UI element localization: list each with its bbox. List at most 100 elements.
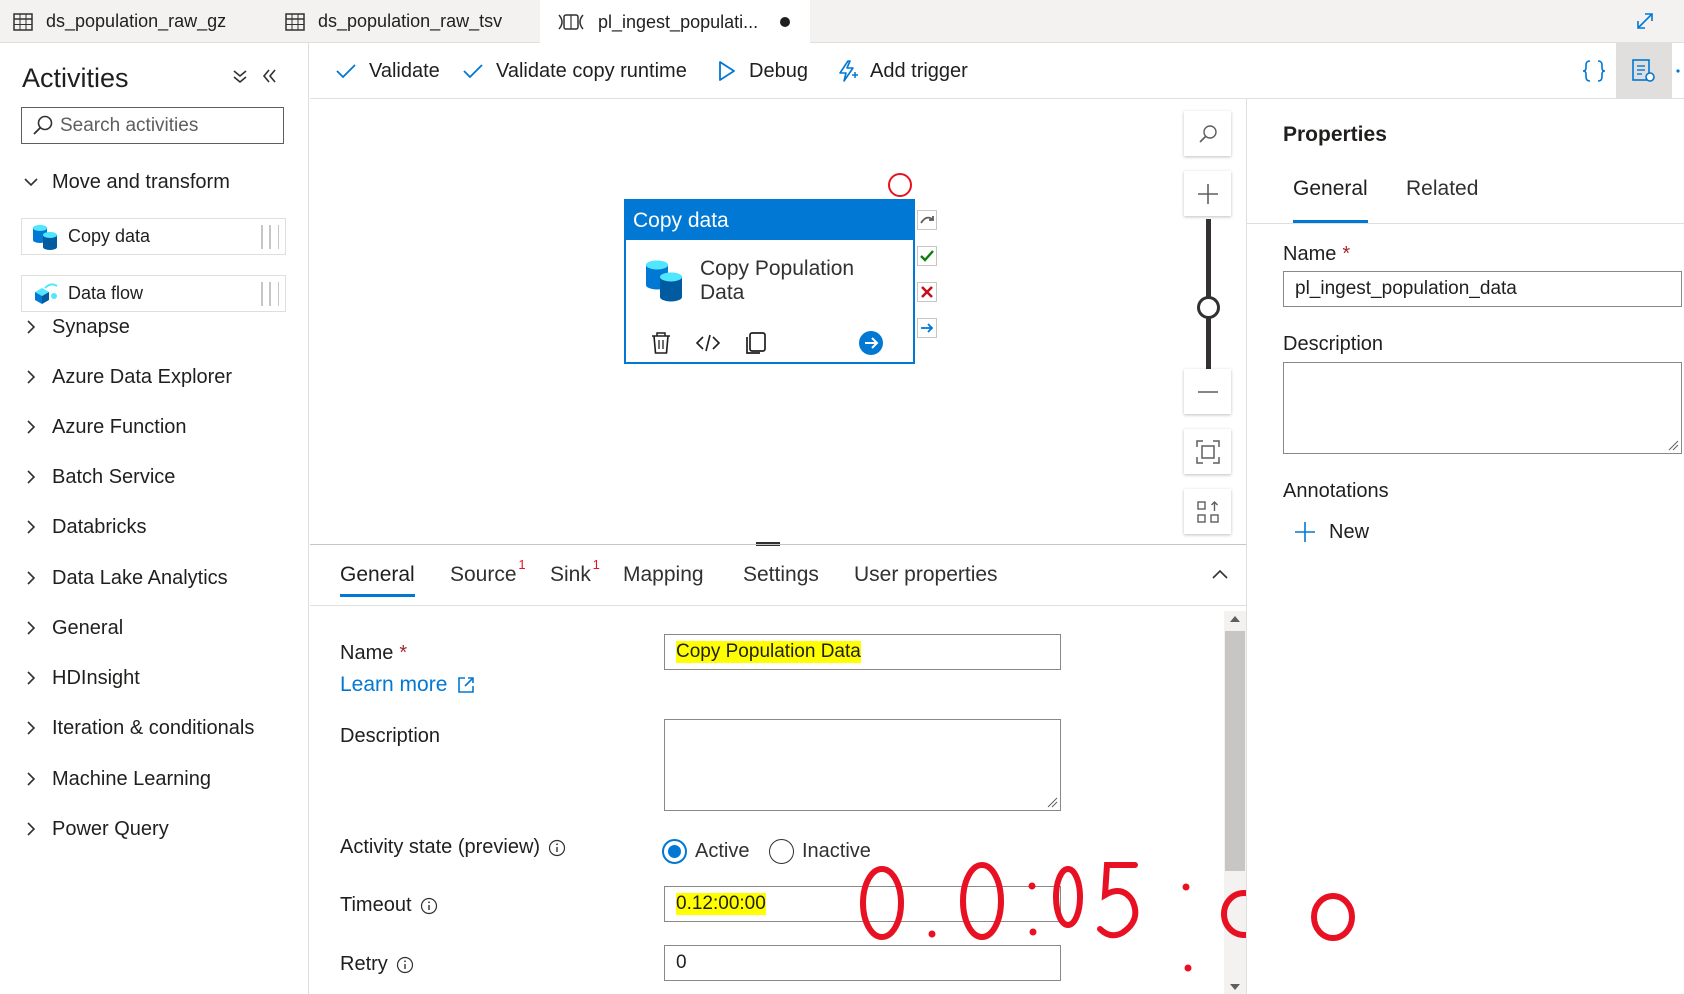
checkmark-icon	[461, 59, 485, 83]
zoom-out-icon[interactable]	[1184, 369, 1231, 414]
validate-label: Validate	[369, 59, 440, 82]
pipeline-name-value: pl_ingest_population_data	[1295, 278, 1517, 299]
chevron-right-icon	[22, 820, 40, 838]
handwritten-annotation-overflow	[1311, 893, 1355, 941]
chevron-right-icon	[22, 619, 40, 637]
tab-label: pl_ingest_populati...	[598, 11, 759, 32]
code-icon[interactable]	[695, 330, 721, 356]
pipeline-description-textarea[interactable]	[1283, 362, 1682, 454]
category-azure-function[interactable]: Azure Function	[22, 412, 187, 442]
plus-icon	[1293, 520, 1317, 544]
properties-pane: Properties General Related Name * pl_inge…	[1246, 99, 1684, 994]
tab-label: General	[1293, 177, 1368, 200]
drag-handle-icon[interactable]	[261, 225, 279, 249]
skip-port-icon[interactable]	[917, 210, 937, 230]
pipeline-description-label: Description	[1283, 333, 1384, 355]
play-icon	[714, 59, 738, 83]
delete-icon[interactable]	[648, 330, 674, 356]
category-general[interactable]: General	[22, 613, 123, 643]
pipeline-canvas[interactable]: Copy data Copy Population Data	[310, 99, 1246, 546]
category-label: HDInsight	[52, 666, 140, 689]
annotations-label: Annotations	[1283, 480, 1389, 502]
debug-label: Debug	[749, 59, 808, 82]
more-icon[interactable]	[1672, 43, 1684, 99]
category-label: Power Query	[52, 817, 169, 840]
tab-pl-ingest-population[interactable]: pl_ingest_populati...	[540, 0, 810, 44]
category-iteration-conditionals[interactable]: Iteration & conditionals	[22, 713, 254, 743]
search-activities-box[interactable]	[21, 107, 284, 144]
required-mark: *	[1342, 243, 1351, 265]
validate-copy-runtime-label: Validate copy runtime	[496, 59, 687, 82]
category-move-and-transform[interactable]: Move and transform	[22, 167, 230, 197]
category-batch-service[interactable]: Batch Service	[22, 462, 175, 492]
category-hdinsight[interactable]: HDInsight	[22, 663, 140, 693]
search-icon	[30, 113, 56, 139]
category-power-query[interactable]: Power Query	[22, 814, 169, 844]
category-label: Azure Function	[52, 415, 187, 438]
activity-copy-data[interactable]: Copy data	[21, 218, 286, 255]
validate-button[interactable]: Validate	[334, 43, 440, 99]
debug-button[interactable]: Debug	[714, 43, 808, 99]
properties-tab-separator	[1247, 223, 1684, 224]
data-flow-icon	[31, 280, 59, 308]
success-port-icon[interactable]	[917, 246, 937, 266]
go-arrow-icon[interactable]	[858, 330, 884, 356]
category-machine-learning[interactable]: Machine Learning	[22, 764, 211, 794]
category-synapse[interactable]: Synapse	[22, 312, 130, 342]
properties-toggle-icon[interactable]	[1616, 43, 1672, 99]
add-trigger-label: Add trigger	[870, 59, 968, 82]
canvas-search-icon[interactable]	[1184, 111, 1231, 156]
copy-data-icon	[644, 257, 684, 303]
category-label: Data Lake Analytics	[52, 566, 228, 589]
category-databricks[interactable]: Databricks	[22, 512, 146, 542]
activity-data-flow[interactable]: Data flow	[21, 275, 286, 312]
zoom-slider-thumb[interactable]	[1197, 296, 1220, 319]
pipeline-name-input[interactable]: pl_ingest_population_data	[1283, 271, 1682, 307]
table-icon	[12, 11, 34, 33]
collapse-pane-icon[interactable]	[258, 65, 280, 87]
chevron-right-icon	[22, 418, 40, 436]
auto-align-icon[interactable]	[1184, 489, 1231, 534]
validate-copy-runtime-button[interactable]: Validate copy runtime	[461, 43, 687, 99]
collapse-all-icon[interactable]	[229, 65, 251, 87]
clone-icon[interactable]	[743, 330, 769, 356]
lightning-icon	[835, 59, 859, 83]
unsaved-indicator	[780, 17, 791, 27]
resize-grip-icon[interactable]	[1667, 439, 1679, 451]
fit-to-screen-icon[interactable]	[1184, 429, 1231, 474]
drag-handle-icon[interactable]	[261, 282, 279, 306]
tab-ds-population-raw-gz[interactable]: ds_population_raw_gz	[12, 0, 226, 43]
category-label: Move and transform	[52, 170, 230, 193]
properties-title: Properties	[1283, 123, 1387, 146]
category-label: Machine Learning	[52, 767, 211, 790]
activities-title: Activities	[22, 63, 129, 93]
expand-icon[interactable]	[1634, 10, 1656, 32]
checkmark-icon	[334, 59, 358, 83]
node-name-line1: Copy Population	[700, 257, 855, 280]
failure-port-icon[interactable]	[917, 282, 937, 302]
new-label: New	[1329, 520, 1370, 543]
properties-tab-general[interactable]: General	[1293, 177, 1368, 223]
table-icon	[284, 11, 306, 33]
category-azure-data-explorer[interactable]: Azure Data Explorer	[22, 362, 232, 392]
add-annotation-button[interactable]: New	[1293, 520, 1369, 544]
copy-data-activity-node[interactable]: Copy data Copy Population Data	[624, 199, 915, 364]
activity-details-panel: General Source 1 Sink 1 Mapping Settings…	[310, 544, 1355, 994]
category-data-lake-analytics[interactable]: Data Lake Analytics	[22, 563, 228, 593]
tab-strip: ds_population_raw_gz ds_population_raw_t…	[0, 0, 1684, 44]
chevron-right-icon	[22, 368, 40, 386]
properties-tab-related[interactable]: Related	[1406, 177, 1478, 223]
tab-ds-population-raw-tsv[interactable]: ds_population_raw_tsv	[284, 0, 502, 43]
search-input[interactable]	[60, 114, 270, 137]
pipeline-icon	[556, 11, 586, 33]
code-braces-icon[interactable]	[1572, 43, 1616, 99]
chevron-right-icon	[22, 719, 40, 737]
zoom-in-icon[interactable]	[1184, 171, 1231, 216]
add-trigger-button[interactable]: Add trigger	[835, 43, 968, 99]
completion-port-icon[interactable]	[917, 318, 937, 338]
tab-label: ds_population_raw_gz	[46, 11, 227, 31]
chevron-right-icon	[22, 468, 40, 486]
pipeline-toolbar: Validate Validate copy runtime Debug Add…	[310, 43, 1684, 99]
tab-label: Related	[1406, 177, 1479, 200]
chevron-down-icon	[22, 173, 40, 191]
